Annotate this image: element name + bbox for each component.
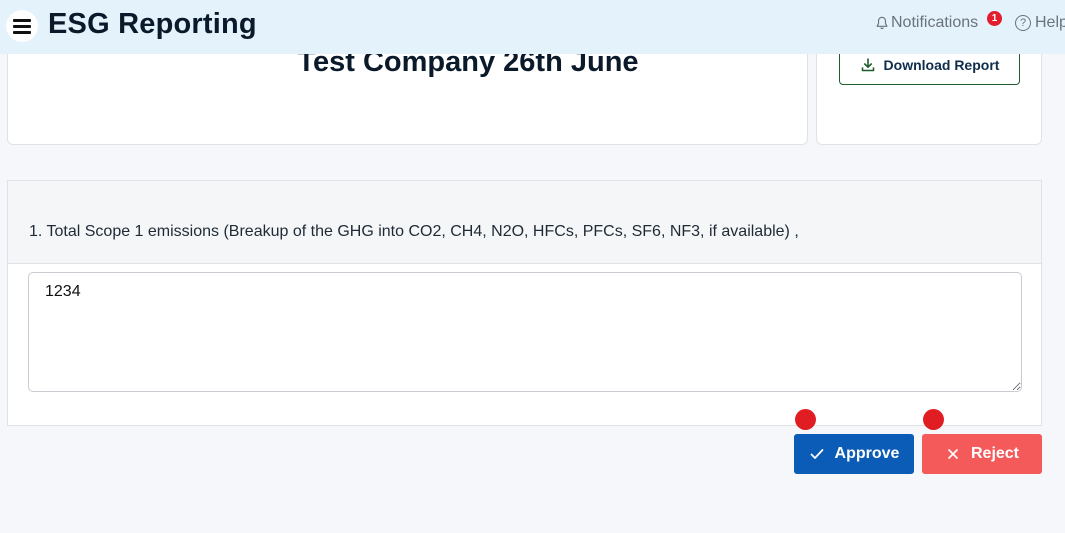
help-circle-icon: ? <box>1015 15 1031 31</box>
report-title-card: Test Company 26th June <box>7 40 808 145</box>
notification-count-badge: 1 <box>987 11 1002 26</box>
bell-icon <box>876 16 888 30</box>
question-card: 1. Total Scope 1 emissions (Breakup of t… <box>7 180 1042 426</box>
approve-label: Approve <box>834 445 900 462</box>
help-link[interactable]: ? Help <box>1015 14 1065 32</box>
help-label: Help <box>1035 14 1065 31</box>
answer-textarea[interactable]: 1234 <box>28 272 1022 392</box>
download-report-label: Download Report <box>883 57 1000 73</box>
menu-icon <box>13 19 31 34</box>
app-title: ESG Reporting <box>48 8 257 40</box>
check-icon <box>810 449 823 459</box>
question-text: 1. Total Scope 1 emissions (Breakup of t… <box>29 223 799 240</box>
question-header: 1. Total Scope 1 emissions (Breakup of t… <box>8 181 1041 264</box>
top-header: ESG Reporting Notifications 1 ? Help <box>0 0 1065 54</box>
notifications-label: Notifications <box>891 14 979 31</box>
hamburger-menu-button[interactable] <box>6 10 38 42</box>
report-actions-card: Download Report <box>816 40 1042 145</box>
reject-label: Reject <box>970 445 1020 462</box>
reject-button[interactable]: Reject <box>922 434 1042 474</box>
download-icon <box>861 58 874 72</box>
close-icon <box>948 449 958 459</box>
approve-marker-dot <box>795 409 816 430</box>
reject-marker-dot <box>923 409 944 430</box>
notifications-link[interactable]: Notifications 1 <box>875 11 1002 32</box>
approve-button[interactable]: Approve <box>794 434 914 474</box>
